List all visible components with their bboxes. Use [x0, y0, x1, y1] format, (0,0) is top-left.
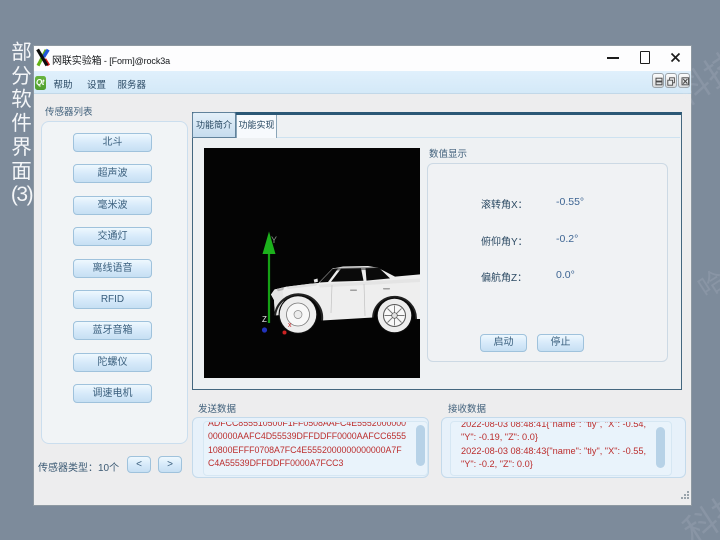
svg-text:x: x: [288, 322, 292, 329]
svg-text:Z: Z: [262, 315, 267, 324]
svg-text:Y: Y: [271, 235, 277, 245]
